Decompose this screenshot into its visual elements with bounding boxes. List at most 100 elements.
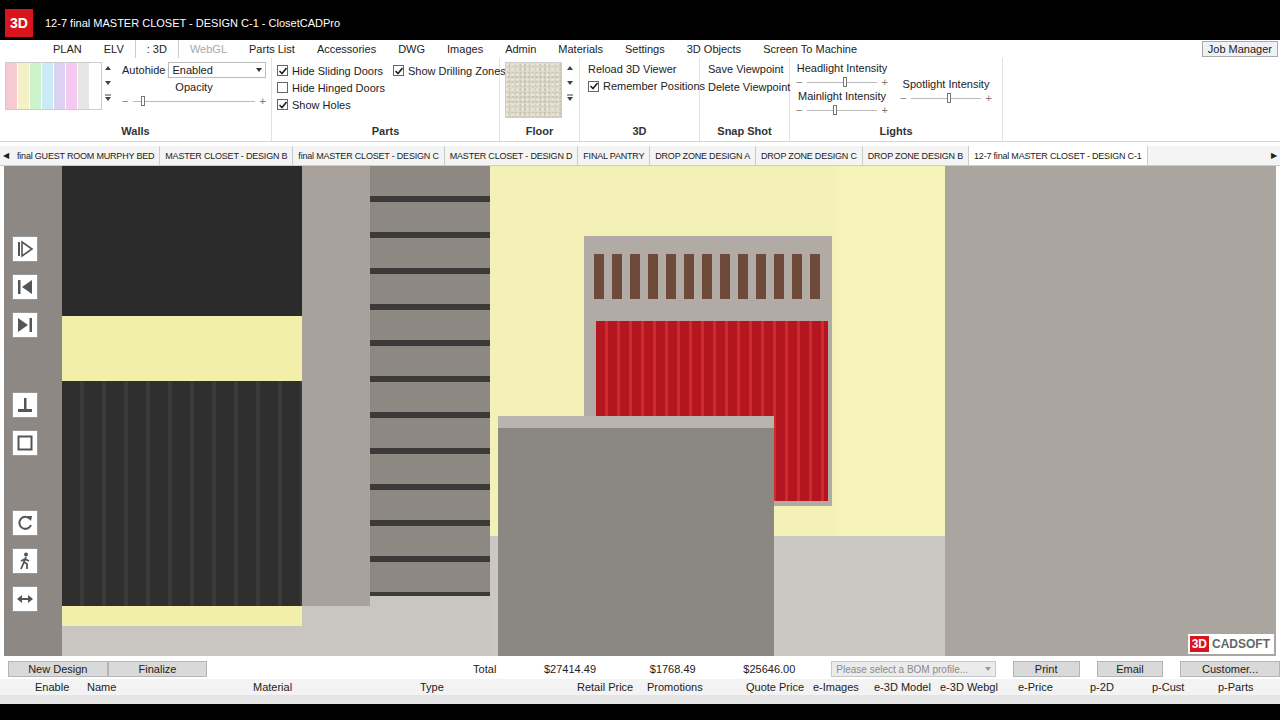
group-label: 3D <box>580 125 699 141</box>
column-header[interactable]: Promotions <box>620 681 719 693</box>
viewer-group: Reload 3D Viewer Remember Positions 3D <box>580 58 700 141</box>
menu-item[interactable]: DWG <box>387 40 436 58</box>
3d-viewport[interactable]: 3DCADSOFT <box>4 166 1276 656</box>
job-manager-button[interactable]: Job Manager <box>1202 41 1278 57</box>
wall-color-swatch[interactable] <box>6 63 17 109</box>
parts-checkbox[interactable]: Hide Sliding Doors <box>277 62 385 79</box>
menu-item[interactable]: 3D Objects <box>676 40 752 58</box>
menu-item[interactable]: Materials <box>547 40 614 58</box>
window-title: 12-7 final MASTER CLOSET - DESIGN C-1 - … <box>45 17 340 29</box>
menu-item[interactable]: WebGL <box>179 40 238 58</box>
viewpoint-button[interactable]: Save Viewpoint <box>708 62 784 76</box>
design-tab[interactable]: final GUEST ROOM MURPHY BED <box>12 146 160 165</box>
column-header[interactable]: Quote Price <box>719 681 786 693</box>
parts-checkbox[interactable]: Show Drilling Zones <box>393 62 506 79</box>
parts-checkbox[interactable]: Show Holes <box>277 96 385 113</box>
column-header[interactable]: e-Price <box>991 681 1063 693</box>
light-slider[interactable]: Spotlight Intensity − + <box>900 78 992 104</box>
play-step-icon[interactable] <box>12 236 38 262</box>
column-header[interactable]: Enable <box>8 681 60 693</box>
autohide-select[interactable]: Enabled <box>168 62 266 78</box>
scroll-up-icon[interactable] <box>566 64 574 72</box>
walls-group: Autohide Enabled Opacity − + Walls <box>0 58 272 141</box>
column-header[interactable]: p-2D <box>1063 681 1125 693</box>
design-tab[interactable]: DROP ZONE DESIGN A <box>650 146 756 165</box>
elevation-view-icon[interactable] <box>12 392 38 418</box>
column-header[interactable]: Name <box>60 681 226 693</box>
menu-item[interactable]: Images <box>436 40 494 58</box>
total-amount: $27414.49 <box>496 663 596 675</box>
column-header[interactable]: e-Images <box>786 681 847 693</box>
menu-item[interactable]: Parts List <box>238 40 306 58</box>
footer-button[interactable]: Print <box>1013 661 1080 677</box>
opacity-slider[interactable]: − + <box>122 96 266 107</box>
floor-texture-swatch[interactable] <box>505 62 562 118</box>
footer-button[interactable]: New Design <box>8 661 108 677</box>
scroll-down-icon[interactable] <box>566 79 574 87</box>
column-header[interactable]: e-3D Model <box>847 681 913 693</box>
wall-color-swatch[interactable] <box>66 63 77 109</box>
wall-color-swatch[interactable] <box>54 63 65 109</box>
reload-viewer-button[interactable]: Reload 3D Viewer <box>588 62 694 76</box>
skip-back-icon[interactable] <box>12 274 38 300</box>
footer-button[interactable]: Finalize <box>108 661 208 677</box>
viewpoint-button[interactable]: Delete Viewpoint <box>708 80 784 94</box>
column-header[interactable]: Material <box>226 681 393 693</box>
ribbon: Autohide Enabled Opacity − + Walls Hide … <box>0 58 1280 142</box>
title-bar: 3D 12-7 final MASTER CLOSET - DESIGN C-1… <box>0 0 1280 40</box>
column-header[interactable]: Retail Price <box>550 681 620 693</box>
3d-render <box>4 166 1276 656</box>
gallery-more-icon[interactable] <box>104 94 112 102</box>
design-tab[interactable]: FINAL PANTRY <box>578 146 650 165</box>
design-tab[interactable]: 12-7 final MASTER CLOSET - DESIGN C-1 <box>969 146 1147 165</box>
design-tab[interactable]: MASTER CLOSET - DESIGN B <box>160 146 293 165</box>
design-tab[interactable]: DROP ZONE DESIGN B <box>863 146 969 165</box>
scroll-up-icon[interactable] <box>104 64 112 72</box>
column-header[interactable]: Type <box>393 681 550 693</box>
group-label: Parts <box>272 125 499 141</box>
cadsoft-logo: 3DCADSOFT <box>1188 634 1274 654</box>
check-icon <box>394 66 403 76</box>
tabs-prev-button[interactable]: ◀ <box>0 146 12 165</box>
rotate-icon[interactable] <box>12 510 38 536</box>
group-label: Snap Shot <box>700 125 789 141</box>
design-tab[interactable]: DROP ZONE DESIGN C <box>756 146 863 165</box>
menu-item[interactable]: Accessories <box>306 40 387 58</box>
gallery-more-icon[interactable] <box>566 94 574 102</box>
column-header[interactable]: p-Parts <box>1191 681 1251 693</box>
footer-button[interactable]: Email <box>1097 661 1164 677</box>
remember-positions-checkbox[interactable]: Remember Positions <box>588 80 694 92</box>
parts-checkbox[interactable]: Hide Hinged Doors <box>277 79 385 96</box>
menu-item[interactable]: Admin <box>494 40 547 58</box>
footer-button[interactable]: Customer... <box>1180 661 1280 677</box>
light-slider[interactable]: Headlight Intensity − + <box>796 62 888 88</box>
light-slider[interactable]: Mainlight Intensity − + <box>796 90 888 116</box>
scroll-down-icon[interactable] <box>104 79 112 87</box>
column-header[interactable]: e-3D Webgl <box>913 681 991 693</box>
total-amount: $1768.49 <box>596 663 696 675</box>
skip-forward-icon[interactable] <box>12 312 38 338</box>
horizontal-scrollbar[interactable] <box>0 695 1280 704</box>
wall-color-swatch[interactable] <box>18 63 29 109</box>
closetcad-window: 3D 12-7 final MASTER CLOSET - DESIGN C-1… <box>0 0 1280 720</box>
viewport-toolbar <box>12 236 38 612</box>
pan-horizontal-icon[interactable] <box>12 586 38 612</box>
opacity-label: Opacity <box>122 81 266 93</box>
wall-color-swatch[interactable] <box>42 63 53 109</box>
total-label: Total <box>207 663 496 675</box>
menu-item[interactable]: : 3D <box>135 40 179 58</box>
menu-item[interactable]: Settings <box>614 40 676 58</box>
menu-item[interactable]: ELV <box>93 40 135 58</box>
bom-profile-select[interactable]: Please select a BOM profile... <box>831 661 995 677</box>
walk-icon[interactable] <box>12 548 38 574</box>
wall-color-swatch[interactable] <box>30 63 41 109</box>
wall-color-swatch[interactable] <box>90 63 101 109</box>
wall-color-swatch[interactable] <box>78 63 89 109</box>
design-tab[interactable]: final MASTER CLOSET - DESIGN C <box>293 146 444 165</box>
plan-view-icon[interactable] <box>12 430 38 456</box>
menu-item[interactable]: PLAN <box>42 40 93 58</box>
tabs-next-button[interactable]: ▶ <box>1268 146 1280 165</box>
menu-item[interactable]: Screen To Machine <box>752 40 868 58</box>
design-tab[interactable]: MASTER CLOSET - DESIGN D <box>445 146 579 165</box>
column-header[interactable]: p-Cust <box>1125 681 1191 693</box>
